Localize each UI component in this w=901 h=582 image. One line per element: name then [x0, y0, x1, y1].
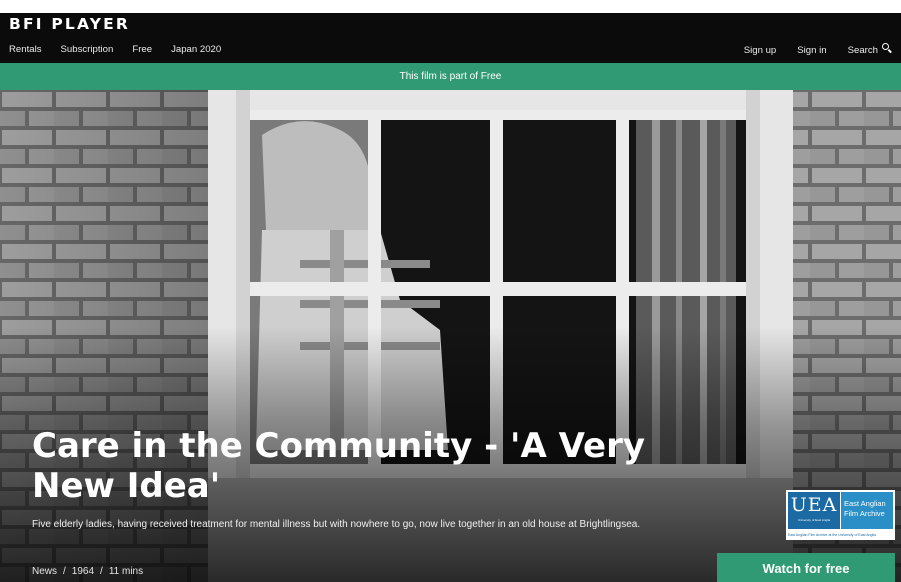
- watch-for-free-button[interactable]: Watch for free: [717, 553, 895, 582]
- primary-nav: Rentals Subscription Free Japan 2020: [9, 44, 240, 55]
- film-meta: News / 1964 / 11 mins: [32, 566, 143, 577]
- meta-separator: /: [63, 566, 66, 577]
- meta-separator: /: [100, 566, 103, 577]
- film-duration: 11 mins: [108, 566, 144, 577]
- hero-gradient-overlay: [0, 90, 901, 582]
- sign-in-link[interactable]: Sign in: [797, 45, 826, 56]
- search-icon: [882, 43, 891, 52]
- search-link[interactable]: Search: [847, 43, 891, 56]
- east-anglian-film-archive-logo[interactable]: UEA University of East Anglia East Angli…: [786, 490, 895, 540]
- film-hero: Care in the Community - 'A Very New Idea…: [0, 90, 901, 582]
- account-nav: Sign up Sign in Search: [723, 43, 891, 56]
- nav-free[interactable]: Free: [132, 44, 152, 55]
- nav-japan-2020[interactable]: Japan 2020: [171, 44, 221, 55]
- film-description: Five elderly ladies, having received tre…: [32, 519, 641, 530]
- top-navigation-bar: BFI PLAYER Rentals Subscription Free Jap…: [0, 13, 901, 63]
- film-genre[interactable]: News: [32, 566, 57, 577]
- sign-up-link[interactable]: Sign up: [744, 45, 777, 56]
- archive-name: East Anglian Film Archive: [841, 492, 893, 529]
- search-label: Search: [847, 45, 878, 56]
- film-title: Care in the Community - 'A Very New Idea…: [32, 426, 646, 506]
- page: BFI PLAYER Rentals Subscription Free Jap…: [0, 0, 901, 582]
- film-year: 1964: [71, 566, 95, 577]
- free-collection-banner[interactable]: This film is part of Free: [0, 63, 901, 90]
- nav-rentals[interactable]: Rentals: [9, 44, 42, 55]
- bfi-player-logo[interactable]: BFI PLAYER: [9, 15, 130, 33]
- uea-mark: UEA University of East Anglia: [788, 492, 840, 529]
- nav-subscription[interactable]: Subscription: [61, 44, 114, 55]
- archive-footer-text: East Anglian Film Archive at the Univers…: [788, 533, 876, 537]
